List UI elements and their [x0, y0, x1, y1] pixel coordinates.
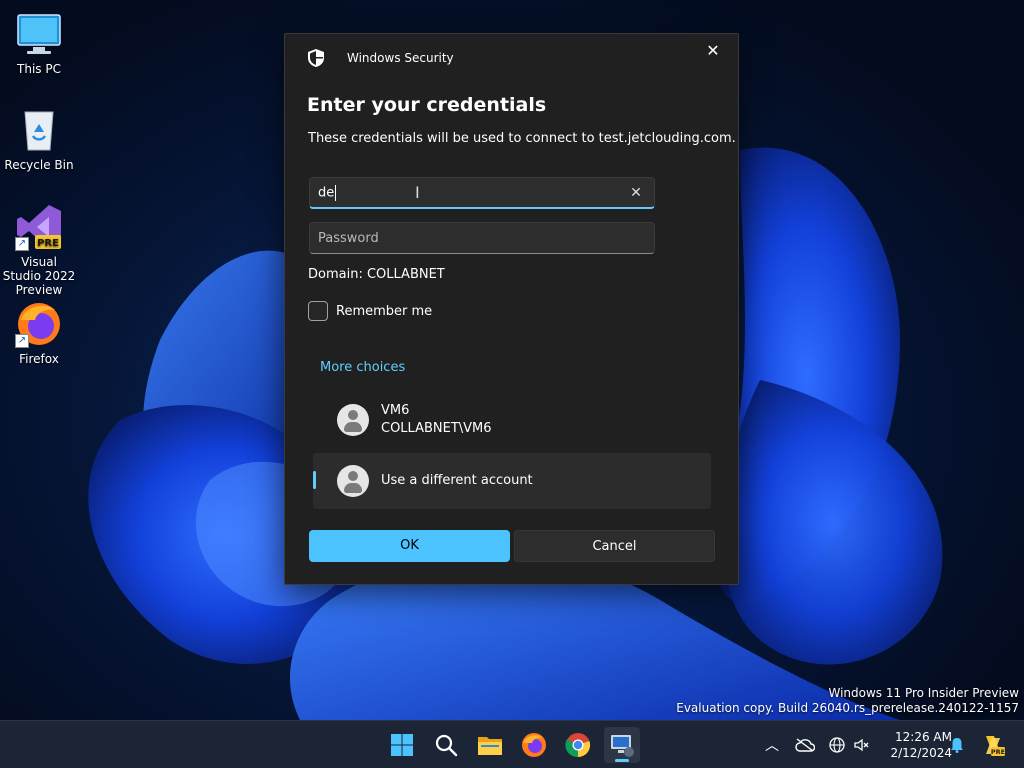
clear-text-button[interactable]: ✕	[626, 185, 646, 201]
clock-time: 12:26 AM	[895, 730, 952, 744]
taskbar: ︿ 12:26 AM 2/12/2024 PRE	[0, 720, 1024, 768]
volume-tray[interactable]	[850, 721, 872, 768]
close-icon: ✕	[630, 184, 642, 201]
search-button[interactable]	[428, 727, 464, 763]
copilot-icon: PRE	[986, 736, 1005, 756]
remember-me-checkbox[interactable]: Remember me	[308, 301, 432, 321]
svg-text:PRE: PRE	[991, 748, 1005, 756]
close-button[interactable]: ✕	[702, 40, 724, 62]
more-choices-link[interactable]: More choices	[320, 360, 405, 375]
start-icon	[391, 734, 413, 756]
globe-icon	[829, 737, 845, 753]
taskbar-remote-desktop[interactable]	[604, 727, 640, 763]
dialog-title: Enter your credentials	[307, 94, 547, 116]
desktop-icon-label: Recycle Bin	[4, 158, 74, 172]
taskbar-firefox[interactable]	[516, 727, 552, 763]
dialog-header: Windows Security	[307, 48, 454, 68]
taskbar-chrome[interactable]	[560, 727, 596, 763]
cancel-button[interactable]: Cancel	[514, 530, 715, 562]
checkbox-box[interactable]	[308, 301, 328, 321]
domain-label: Domain: COLLABNET	[308, 267, 445, 282]
ibeam-cursor-icon: I	[415, 183, 420, 202]
selection-indicator	[313, 471, 316, 489]
account-option-vm6[interactable]: VM6 COLLABNET\VM6	[313, 392, 711, 448]
show-hidden-icons-button[interactable]: ︿	[760, 721, 784, 768]
clock-date: 2/12/2024	[890, 746, 952, 760]
shield-icon	[308, 49, 324, 67]
remember-me-label: Remember me	[336, 303, 433, 319]
watermark-edition: Windows 11 Pro Insider Preview	[828, 686, 1019, 700]
shortcut-arrow-icon: ↗	[15, 334, 29, 348]
text-caret	[335, 184, 337, 201]
onedrive-tray[interactable]	[792, 721, 818, 768]
speaker-muted-icon	[854, 738, 869, 752]
account-detail: COLLABNET\VM6	[381, 421, 492, 436]
language-tray[interactable]	[826, 721, 848, 768]
copilot-button[interactable]: PRE	[978, 721, 1008, 768]
account-option-different[interactable]: Use a different account	[313, 453, 711, 509]
build-watermark: Windows 11 Pro Insider Preview Evaluatio…	[676, 686, 1019, 716]
recycle-bin-icon	[15, 106, 63, 154]
chrome-icon	[565, 733, 591, 758]
password-input[interactable]: Password	[309, 222, 655, 254]
desktop-icon-visual-studio[interactable]: PRE ↗ Visual Studio 2022 Preview	[1, 203, 77, 297]
desktop-icon-label: This PC	[17, 62, 61, 76]
user-avatar-icon	[337, 465, 369, 497]
chevron-up-icon: ︿	[765, 738, 779, 754]
account-name: VM6	[381, 403, 410, 418]
firefox-icon	[522, 733, 546, 757]
taskbar-clock[interactable]: 12:26 AM 2/12/2024	[876, 729, 952, 761]
username-value: de	[318, 185, 335, 200]
desktop-icon-label: Firefox	[19, 352, 59, 366]
bell-icon	[951, 738, 963, 753]
shortcut-arrow-icon: ↗	[15, 237, 29, 251]
desktop-icon-firefox[interactable]: ↗ Firefox	[1, 300, 77, 366]
dialog-app-name: Windows Security	[347, 51, 454, 65]
search-icon	[435, 734, 458, 757]
windows-security-dialog: Windows Security ✕ Enter your credential…	[284, 33, 739, 585]
cloud-offline-icon	[795, 738, 815, 752]
user-avatar-icon	[337, 404, 369, 436]
account-name: Use a different account	[381, 473, 533, 488]
svg-text:PRE: PRE	[37, 238, 59, 249]
desktop-icon-recycle-bin[interactable]: Recycle Bin	[1, 106, 77, 172]
close-icon: ✕	[706, 41, 720, 60]
taskbar-file-explorer[interactable]	[472, 727, 508, 763]
start-button[interactable]	[384, 727, 420, 763]
desktop-icon-this-pc[interactable]: This PC	[1, 10, 77, 76]
monitor-icon	[15, 10, 63, 58]
password-placeholder: Password	[318, 230, 379, 246]
username-input[interactable]: de I ✕	[309, 177, 655, 209]
firefox-icon: ↗	[15, 300, 63, 348]
watermark-build: Evaluation copy. Build 26040.rs_prerelea…	[676, 701, 1019, 715]
desktop-icon-label: Visual Studio 2022 Preview	[2, 255, 76, 297]
file-explorer-icon	[478, 737, 502, 755]
visual-studio-icon: PRE ↗	[15, 203, 63, 251]
ok-button[interactable]: OK	[309, 530, 510, 562]
dialog-description: These credentials will be used to connec…	[308, 131, 736, 146]
notifications-button[interactable]	[946, 721, 968, 768]
remote-desktop-icon	[611, 735, 634, 757]
